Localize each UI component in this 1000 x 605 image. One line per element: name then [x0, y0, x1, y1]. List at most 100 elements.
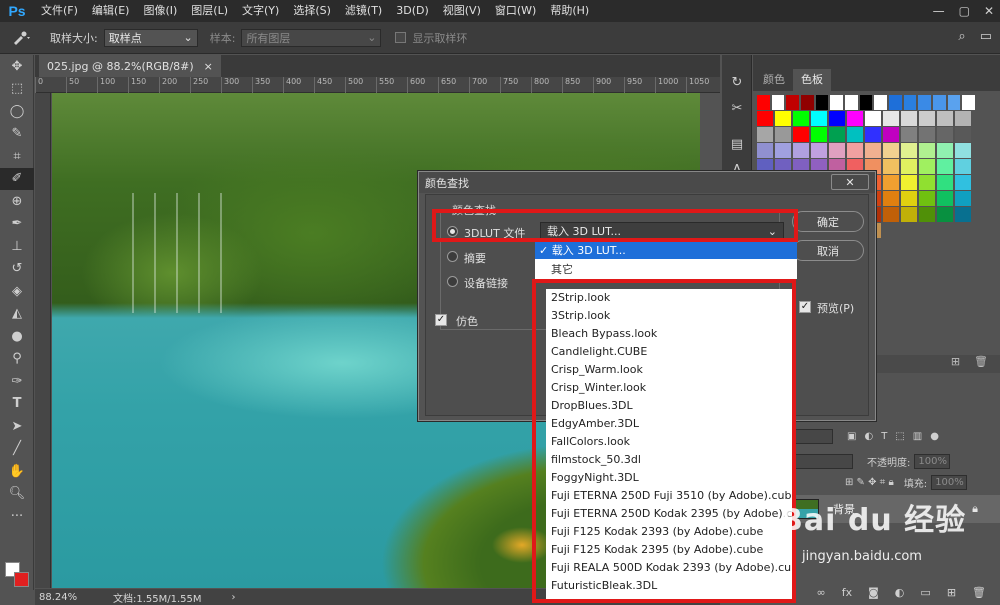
path-selection-tool-icon[interactable]: ➤ — [0, 415, 34, 438]
history-panel-icon[interactable]: ↻ — [722, 69, 752, 95]
minimize-button[interactable]: — — [933, 4, 945, 18]
cancel-button[interactable]: 取消 — [792, 240, 864, 261]
sample-select[interactable]: 所有图层 ⌄ — [241, 28, 382, 47]
color-swatch[interactable] — [874, 95, 888, 110]
group-icon[interactable]: ▭ — [920, 586, 930, 599]
color-swatch[interactable] — [845, 95, 858, 110]
tab-color[interactable]: 颜色 — [755, 69, 793, 91]
healing-brush-tool-icon[interactable]: ⊕ — [0, 190, 34, 213]
color-swatch[interactable] — [847, 127, 863, 142]
opacity-field[interactable]: 100% — [914, 453, 951, 469]
color-swatch[interactable] — [919, 159, 935, 174]
ok-button[interactable]: 确定 — [792, 211, 864, 232]
color-swatch[interactable] — [955, 127, 971, 142]
color-swatch[interactable] — [811, 127, 827, 142]
color-swatch[interactable] — [775, 143, 791, 158]
document-tab[interactable]: 025.jpg @ 88.2%(RGB/8#) × — [39, 55, 221, 77]
color-swatch[interactable] — [757, 95, 770, 110]
clone-stamp-tool-icon[interactable]: ⊥ — [0, 235, 34, 258]
color-swatch[interactable] — [865, 143, 881, 158]
filter-type-icon[interactable]: T — [881, 431, 887, 442]
color-swatch[interactable] — [865, 111, 881, 126]
quick-selection-tool-icon[interactable]: ✎ — [0, 123, 34, 146]
color-swatch[interactable] — [865, 127, 881, 142]
layer-kind-filter[interactable] — [793, 428, 833, 444]
menu-file[interactable]: 文件(F) — [34, 0, 85, 22]
filter-smart-object-icon[interactable]: ▥ — [913, 431, 922, 442]
filter-adjustment-icon[interactable]: ◐ — [864, 431, 873, 442]
color-swatch[interactable] — [919, 175, 935, 190]
color-swatch[interactable] — [771, 95, 785, 110]
eraser-tool-icon[interactable]: ◈ — [0, 280, 34, 303]
history-brush-tool-icon[interactable]: ↺ — [0, 258, 34, 281]
color-swatch[interactable] — [937, 175, 953, 190]
sample-size-select[interactable]: 取样点 ⌄ — [103, 28, 198, 47]
fx-icon[interactable]: fx — [842, 586, 852, 599]
color-swatch[interactable] — [937, 207, 953, 222]
menu-filter[interactable]: 滤镜(T) — [338, 0, 389, 22]
delete-swatch-icon[interactable]: 🗑︎ — [974, 355, 988, 373]
more-tools-icon[interactable]: ··· — [0, 505, 34, 528]
search-icon[interactable]: ⌕ — [958, 29, 965, 44]
color-swatch[interactable] — [811, 143, 827, 158]
filter-shape-icon[interactable]: ⬚ — [895, 431, 904, 442]
zoom-level[interactable]: 88.24% — [39, 592, 103, 603]
color-swatch[interactable] — [883, 143, 899, 158]
color-swatch[interactable] — [937, 191, 953, 206]
hand-tool-icon[interactable]: ✋ — [0, 460, 34, 483]
close-tab-icon[interactable]: × — [204, 60, 213, 73]
color-swatch[interactable] — [830, 95, 844, 110]
color-swatch[interactable] — [901, 191, 917, 206]
color-swatch[interactable] — [955, 143, 971, 158]
adjustment-layer-icon[interactable]: ◐ — [895, 586, 905, 599]
pen-tool-icon[interactable]: ✑ — [0, 370, 34, 393]
color-swatch[interactable] — [901, 159, 917, 174]
menu-view[interactable]: 视图(V) — [436, 0, 488, 22]
properties-panel-icon[interactable]: ▤ — [722, 131, 752, 157]
color-swatch[interactable] — [955, 175, 971, 190]
color-swatch[interactable] — [829, 127, 845, 142]
workspace-icon[interactable]: ▭ — [980, 29, 992, 44]
color-swatch[interactable] — [901, 175, 917, 190]
color-swatch[interactable] — [901, 127, 917, 142]
delete-layer-icon[interactable]: 🗑︎ — [972, 586, 986, 599]
fill-field[interactable]: 100% — [931, 474, 968, 490]
new-swatch-icon[interactable]: ⊞ — [951, 355, 960, 373]
color-swatch[interactable] — [889, 95, 902, 110]
color-swatch[interactable] — [847, 143, 863, 158]
tab-swatches[interactable]: 色板 — [793, 69, 831, 91]
color-swatch[interactable] — [793, 127, 809, 142]
radio-device-link[interactable] — [447, 276, 458, 287]
blend-mode-select[interactable] — [793, 453, 853, 469]
color-swatch[interactable] — [859, 95, 873, 110]
dither-checkbox[interactable]: ✓ — [435, 314, 447, 326]
eyedropper-tool-preset-icon[interactable] — [0, 22, 44, 54]
link-layers-icon[interactable]: ∞ — [817, 586, 826, 599]
color-swatch[interactable] — [937, 111, 953, 126]
color-swatch[interactable] — [937, 159, 953, 174]
color-swatch[interactable] — [883, 175, 899, 190]
zoom-tool-icon[interactable]: 🔍︎ — [0, 483, 34, 506]
color-swatch[interactable] — [955, 207, 971, 222]
color-swatch[interactable] — [933, 95, 946, 110]
color-swatch[interactable] — [883, 207, 899, 222]
menu-layer[interactable]: 图层(L) — [184, 0, 235, 22]
color-swatch[interactable] — [937, 143, 953, 158]
move-tool-icon[interactable]: ✥ — [0, 55, 34, 78]
color-swatch[interactable] — [847, 111, 863, 126]
marquee-tool-icon[interactable]: ⬚ — [0, 78, 34, 101]
color-swatch[interactable] — [903, 95, 917, 110]
dialog-title-bar[interactable]: 颜色查找 ✕ — [419, 172, 875, 193]
color-swatch[interactable] — [801, 95, 814, 110]
color-swatch[interactable] — [829, 143, 845, 158]
menu-select[interactable]: 选择(S) — [286, 0, 338, 22]
menu-help[interactable]: 帮助(H) — [543, 0, 596, 22]
lasso-tool-icon[interactable]: ◯ — [0, 100, 34, 123]
background-color-swatch[interactable] — [14, 572, 29, 587]
paint-bucket-tool-icon[interactable]: ◭ — [0, 303, 34, 326]
color-swatch[interactable] — [919, 127, 935, 142]
color-swatch[interactable] — [919, 207, 935, 222]
color-swatch[interactable] — [829, 111, 845, 126]
color-swatch[interactable] — [757, 127, 773, 142]
mask-icon[interactable]: ◙ — [868, 586, 879, 599]
